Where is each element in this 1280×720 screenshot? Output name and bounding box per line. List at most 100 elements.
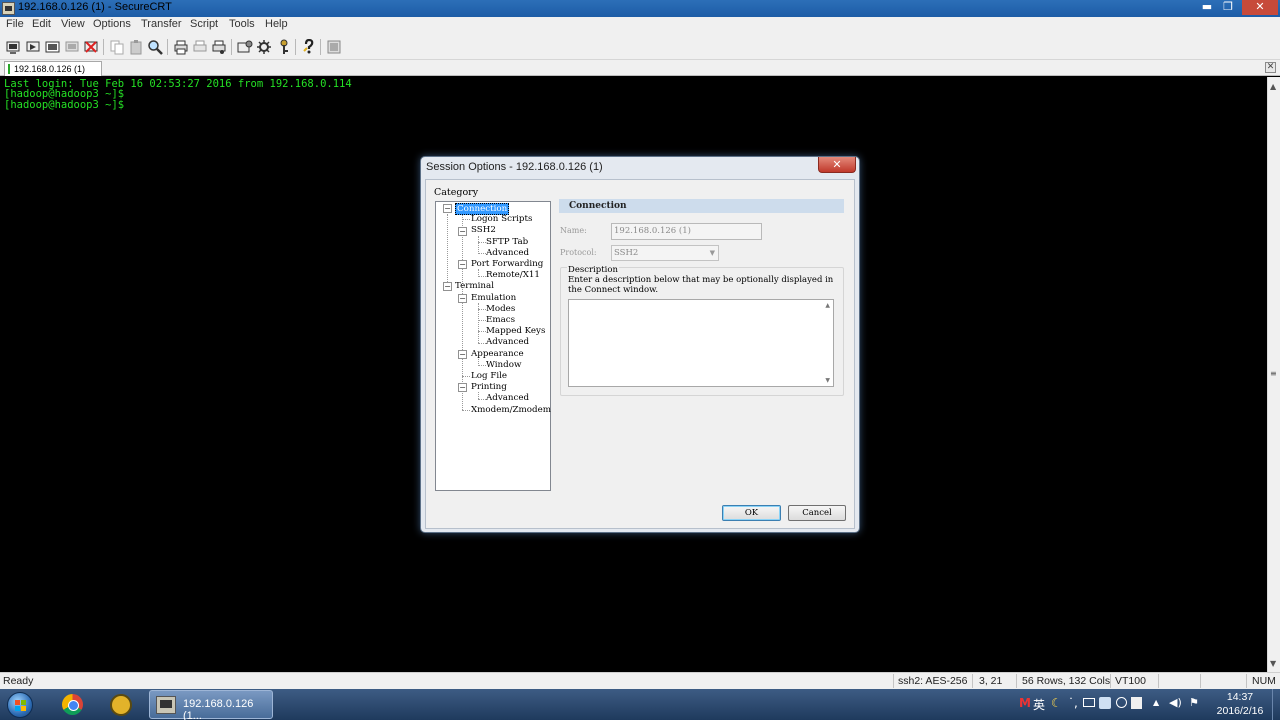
menu-transfer[interactable]: Transfer bbox=[141, 18, 182, 30]
disconnect-icon[interactable] bbox=[83, 39, 99, 55]
print-icon[interactable] bbox=[173, 39, 189, 55]
tree-collapse-appearance[interactable]: − bbox=[458, 350, 467, 359]
tree-item-window[interactable]: Window bbox=[486, 360, 521, 370]
volume-icon[interactable]: ◀) bbox=[1169, 696, 1182, 709]
status-num-lock: NUM bbox=[1252, 675, 1276, 687]
tree-item-terminal[interactable]: Terminal bbox=[455, 281, 494, 291]
action-center-flag-icon[interactable]: ⚑ bbox=[1189, 696, 1199, 709]
tray-moon-icon[interactable]: ☾ bbox=[1051, 696, 1062, 710]
close-window-button[interactable]: ✕ bbox=[1242, 0, 1278, 15]
tray-punct-icon[interactable]: ˙, bbox=[1068, 696, 1078, 710]
windows-logo-icon bbox=[7, 692, 33, 718]
description-textarea[interactable]: ▲ ▼ bbox=[568, 299, 834, 387]
protocol-select[interactable]: SSH2 ▼ bbox=[611, 245, 719, 261]
global-options-icon[interactable] bbox=[256, 39, 272, 55]
session-options-icon[interactable] bbox=[237, 39, 253, 55]
terminal-line: [hadoop@hadoop3 ~]$ bbox=[4, 99, 125, 111]
tree-collapse-terminal[interactable]: − bbox=[443, 282, 452, 291]
tree-collapse-ssh2[interactable]: − bbox=[458, 227, 467, 236]
tree-collapse-emulation[interactable]: − bbox=[458, 294, 467, 303]
menu-script[interactable]: Script bbox=[190, 18, 218, 30]
start-button[interactable] bbox=[2, 689, 38, 720]
tray-settings-icon[interactable] bbox=[1116, 697, 1127, 708]
tree-item-xmodem-zmodem[interactable]: Xmodem/Zmodem bbox=[471, 405, 551, 415]
securecrt-app-icon[interactable] bbox=[2, 2, 15, 15]
session-name-field[interactable]: 192.168.0.126 (1) bbox=[611, 223, 762, 240]
print-selection-icon[interactable] bbox=[192, 39, 208, 55]
session-tab[interactable]: 192.168.0.126 (1) bbox=[4, 61, 102, 76]
scroll-up-icon[interactable]: ▲ bbox=[1270, 82, 1276, 91]
tree-item-emulation-advanced[interactable]: Advanced bbox=[486, 337, 529, 347]
menu-edit[interactable]: Edit bbox=[32, 18, 51, 30]
toolbar-separator bbox=[167, 39, 168, 55]
tree-collapse-port-forwarding[interactable]: − bbox=[458, 260, 467, 269]
tree-item-logon-scripts[interactable]: Logon Scripts bbox=[471, 214, 532, 224]
menu-view[interactable]: View bbox=[61, 18, 85, 30]
menu-options[interactable]: Options bbox=[93, 18, 131, 30]
tray-show-hidden-icon[interactable]: ▲ bbox=[1153, 698, 1159, 707]
tree-item-sftp-tab[interactable]: SFTP Tab bbox=[486, 237, 528, 247]
terminal-scrollbar[interactable]: ▲ ≡ ▼ bbox=[1267, 77, 1280, 672]
connect-tab-icon[interactable] bbox=[45, 39, 61, 55]
copy-icon[interactable] bbox=[109, 39, 125, 55]
taskbar-securecrt-window[interactable]: 192.168.0.126 (1... bbox=[149, 690, 273, 720]
menu-file[interactable]: File bbox=[6, 18, 24, 30]
description-help-text: Enter a description below that may be op… bbox=[568, 275, 834, 295]
toolbar-separator bbox=[320, 39, 321, 55]
minimize-button[interactable]: ▬ bbox=[1198, 0, 1216, 15]
quick-connect-icon[interactable] bbox=[25, 39, 41, 55]
cancel-button[interactable]: Cancel bbox=[788, 505, 846, 521]
tree-item-emulation[interactable]: Emulation bbox=[471, 293, 516, 303]
name-label: Name: bbox=[560, 226, 587, 235]
connect-icon[interactable] bbox=[5, 39, 21, 55]
paste-icon[interactable] bbox=[128, 39, 144, 55]
toolbar bbox=[0, 34, 1280, 60]
tray-user-icon[interactable] bbox=[1099, 697, 1111, 709]
ok-button[interactable]: OK bbox=[722, 505, 781, 521]
restore-button[interactable]: ❐ bbox=[1219, 0, 1237, 15]
toolbar-separator bbox=[295, 39, 296, 55]
tree-item-printing-advanced[interactable]: Advanced bbox=[486, 393, 529, 403]
menu-tools[interactable]: Tools bbox=[229, 18, 255, 30]
protocol-label: Protocol: bbox=[560, 248, 597, 257]
tree-item-emacs[interactable]: Emacs bbox=[486, 315, 515, 325]
menu-help[interactable]: Help bbox=[265, 18, 288, 30]
tree-item-mapped-keys[interactable]: Mapped Keys bbox=[486, 326, 545, 336]
tree-collapse-connection[interactable]: − bbox=[443, 204, 452, 213]
scroll-up-icon[interactable]: ▲ bbox=[825, 302, 830, 309]
tree-collapse-printing[interactable]: − bbox=[458, 383, 467, 392]
help-icon[interactable] bbox=[301, 39, 317, 55]
menu-bar: File Edit View Options Transfer Script T… bbox=[0, 17, 1280, 34]
tree-item-log-file[interactable]: Log File bbox=[471, 371, 507, 381]
clock-time: 14:37 bbox=[1226, 691, 1254, 703]
tree-item-port-forwarding[interactable]: Port Forwarding bbox=[471, 259, 543, 269]
scroll-down-icon[interactable]: ▼ bbox=[825, 377, 830, 384]
tray-document-icon[interactable] bbox=[1131, 697, 1142, 709]
scroll-grip-icon[interactable]: ≡ bbox=[1270, 369, 1277, 378]
reconnect-icon[interactable] bbox=[64, 39, 80, 55]
tree-item-appearance[interactable]: Appearance bbox=[471, 349, 524, 359]
close-tab-icon[interactable]: ✕ bbox=[1265, 62, 1276, 73]
sftp-icon[interactable] bbox=[326, 39, 342, 55]
tree-item-printing[interactable]: Printing bbox=[471, 382, 507, 392]
tree-item-ssh2[interactable]: SSH2 bbox=[471, 225, 496, 235]
tray-keyboard-icon[interactable] bbox=[1083, 698, 1095, 707]
taskbar-pinned-app[interactable] bbox=[101, 691, 137, 718]
tree-connector bbox=[478, 253, 486, 254]
keymap-icon[interactable] bbox=[276, 39, 292, 55]
tree-item-remote-x11[interactable]: Remote/X11 bbox=[486, 270, 540, 280]
tray-ime-icon[interactable]: 英 bbox=[1033, 696, 1045, 713]
dialog-close-button[interactable]: ✕ bbox=[818, 157, 856, 173]
tree-item-ssh2-advanced[interactable]: Advanced bbox=[486, 248, 529, 258]
find-icon[interactable] bbox=[147, 39, 163, 55]
show-desktop-button[interactable] bbox=[1272, 689, 1280, 720]
category-tree[interactable]: − − − − − − − Connection Logon Scripts S… bbox=[435, 201, 551, 491]
print-setup-icon[interactable] bbox=[211, 39, 227, 55]
tray-m-icon[interactable]: M bbox=[1019, 696, 1031, 710]
scroll-down-icon[interactable]: ▼ bbox=[1270, 659, 1276, 668]
tree-item-modes[interactable]: Modes bbox=[486, 304, 515, 314]
clock-date: 2016/2/16 bbox=[1216, 705, 1264, 717]
taskbar-chrome[interactable] bbox=[53, 691, 89, 718]
chrome-icon bbox=[62, 694, 83, 715]
taskbar-clock[interactable]: 14:37 2016/2/16 bbox=[1212, 690, 1268, 718]
